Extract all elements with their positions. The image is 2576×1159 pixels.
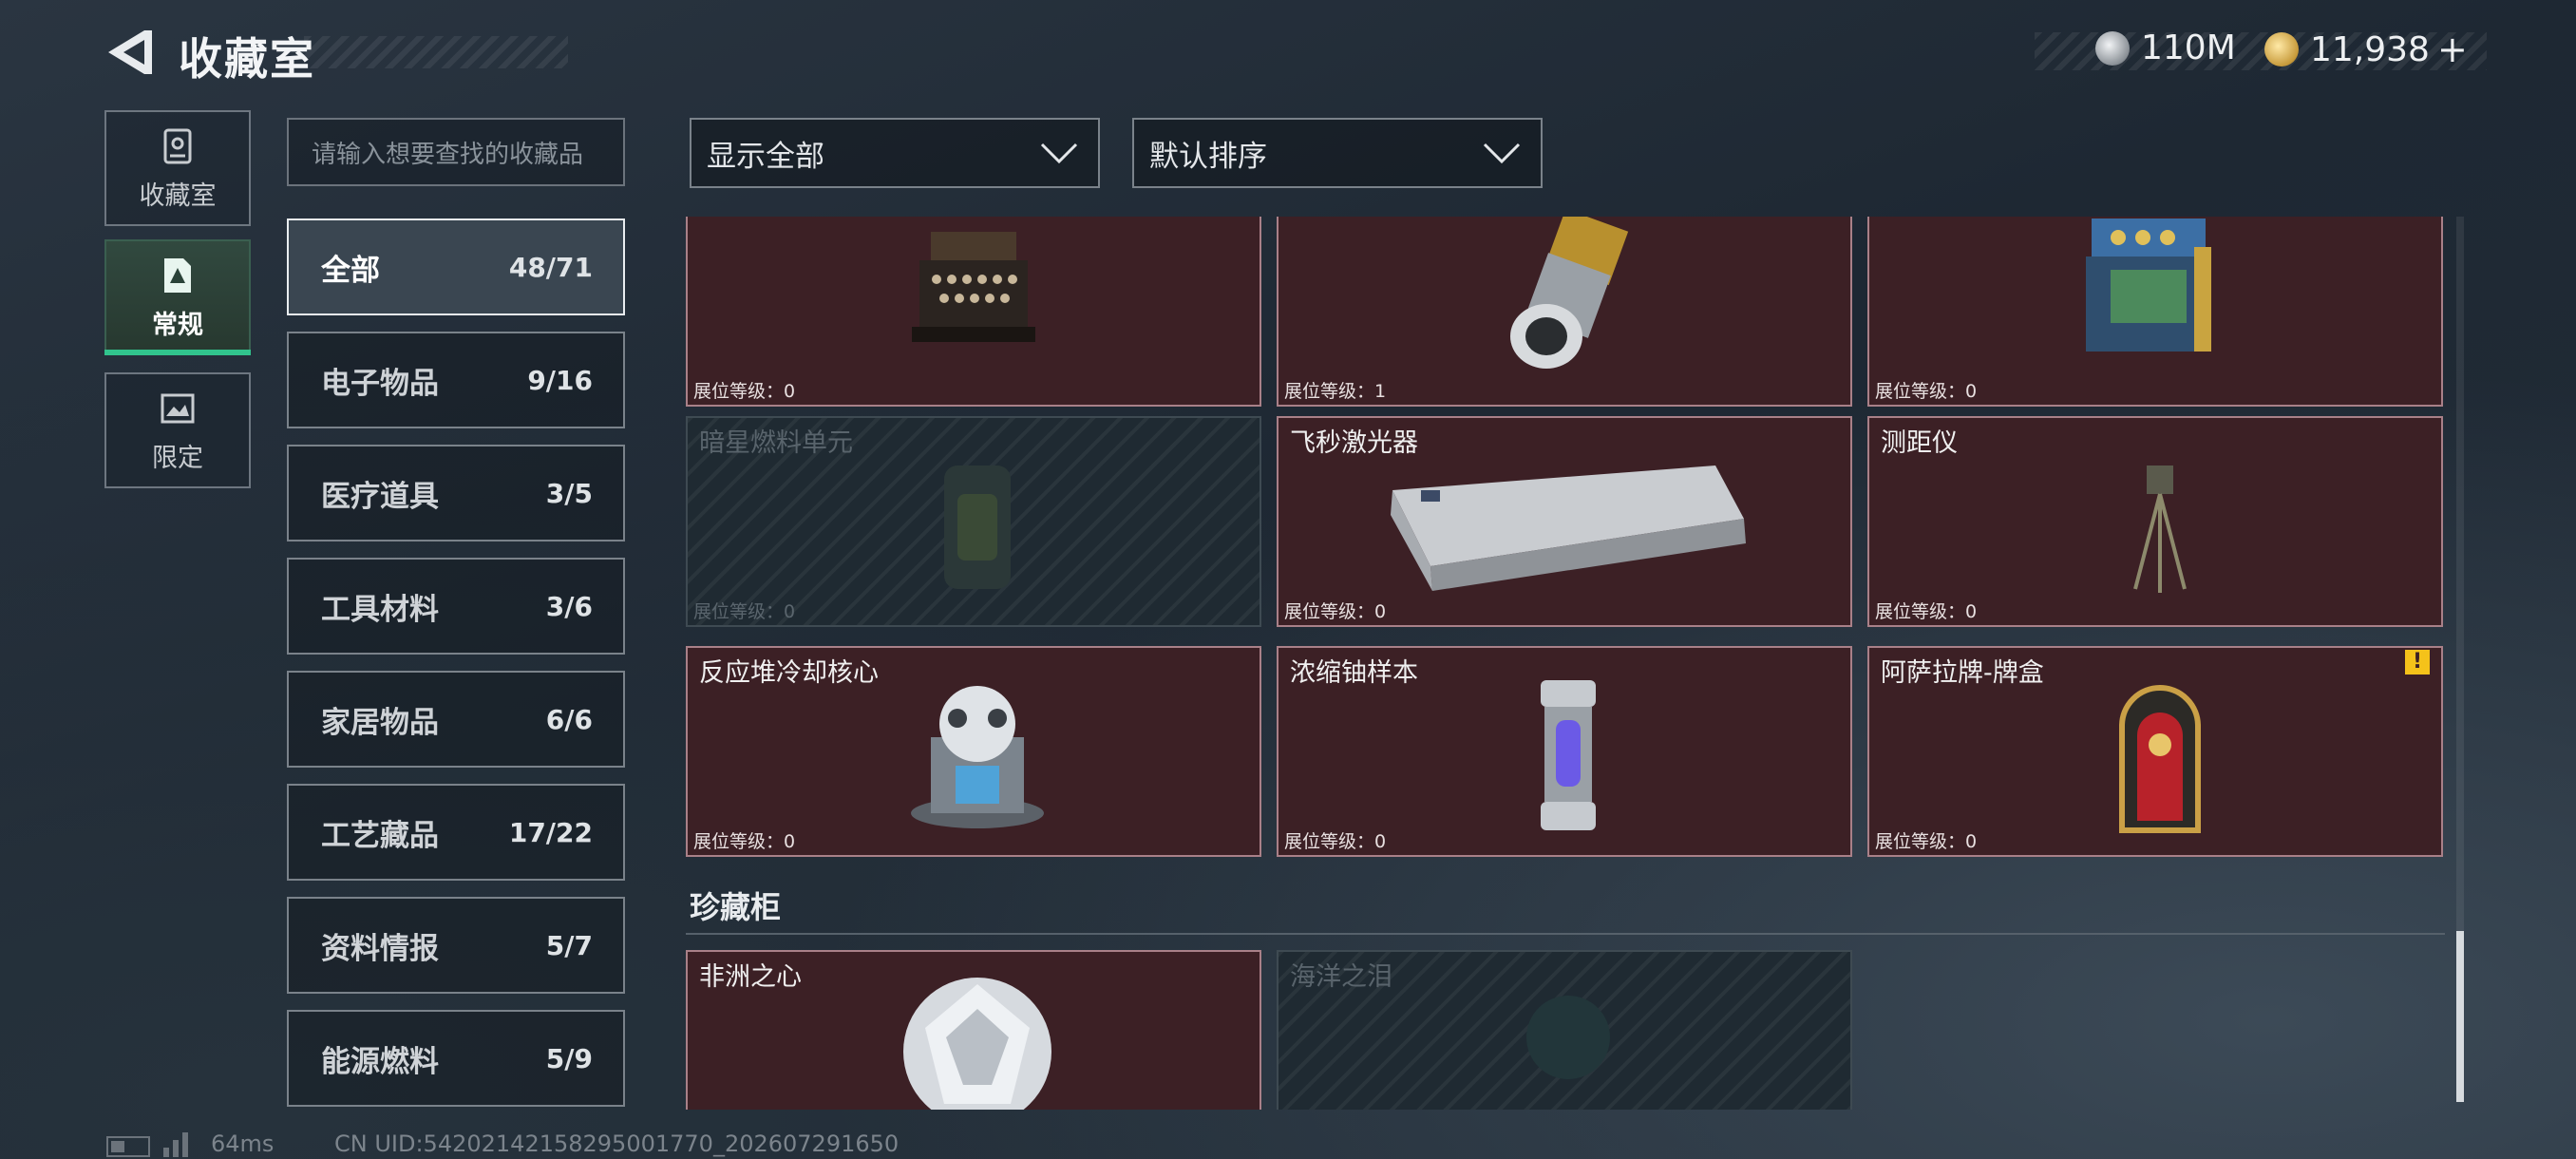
machine-icon xyxy=(2086,218,2211,352)
typewriter-icon xyxy=(912,232,1035,342)
silver-currency: 110M xyxy=(2095,28,2236,67)
uranium-capsule-icon xyxy=(1541,680,1596,830)
category-name: 工艺藏品 xyxy=(321,818,439,853)
exhibit-level: 展位等级：0 xyxy=(693,601,796,622)
collection-room-icon xyxy=(163,128,192,163)
gold-amount: 11,938 xyxy=(2310,29,2430,69)
sort-dropdown[interactable]: 默认排序 xyxy=(1132,118,1543,188)
item-card[interactable]: 阿萨拉牌-牌盒 ! 展位等级：0 xyxy=(1867,646,2443,857)
regular-doc-icon xyxy=(164,257,191,293)
exhibit-level: 展位等级：0 xyxy=(1284,831,1387,852)
chevron-down-icon xyxy=(1483,142,1521,164)
category-tools[interactable]: 工具材料 3/6 xyxy=(287,558,625,655)
exhibit-level: 展位等级：0 xyxy=(1284,601,1387,622)
category-count: 3/6 xyxy=(545,590,593,622)
lens-icon xyxy=(1510,217,1629,369)
category-count: 3/5 xyxy=(545,477,593,509)
tab-regular[interactable]: 常规 xyxy=(104,239,251,355)
category-household[interactable]: 家居物品 6/6 xyxy=(287,671,625,768)
cabinet-item-card[interactable]: 非洲之心 xyxy=(686,950,1261,1110)
item-name: 浓缩铀样本 xyxy=(1290,658,1418,688)
category-crafts[interactable]: 工艺藏品 17/22 xyxy=(287,784,625,881)
back-arrow-icon xyxy=(108,30,152,74)
diamond-icon xyxy=(903,978,1051,1110)
ping-text: 64ms xyxy=(211,1130,275,1157)
fuel-cell-icon xyxy=(944,466,1011,589)
category-count: 9/16 xyxy=(527,364,593,396)
ocean-tear-icon xyxy=(1526,996,1610,1079)
item-card[interactable]: 测距仪 展位等级：0 xyxy=(1867,416,2443,627)
item-card-locked[interactable]: 暗星燃料单元 展位等级：0 xyxy=(686,416,1261,627)
category-name: 能源燃料 xyxy=(321,1044,439,1079)
limited-image-icon xyxy=(161,393,195,423)
category-all[interactable]: 全部 48/71 xyxy=(287,218,625,315)
item-name: 阿萨拉牌-牌盒 xyxy=(1881,658,2044,688)
category-name: 电子物品 xyxy=(321,366,439,401)
back-button[interactable] xyxy=(103,27,154,78)
item-name: 海洋之泪 xyxy=(1290,962,1392,992)
warning-badge-icon: ! xyxy=(2405,650,2430,674)
category-energy[interactable]: 能源燃料 5/9 xyxy=(287,1010,625,1107)
tab-label: 收藏室 xyxy=(139,180,217,211)
category-name: 全部 xyxy=(321,253,380,288)
cabinet-item-card-locked[interactable]: 海洋之泪 xyxy=(1277,950,1852,1110)
item-card[interactable]: 展位等级：0 xyxy=(1867,217,2443,407)
category-count: 5/7 xyxy=(545,929,593,961)
laser-icon xyxy=(1391,466,1746,591)
exhibit-level: 展位等级：1 xyxy=(1284,381,1387,402)
chevron-down-icon xyxy=(1040,142,1078,164)
filter-value: 显示全部 xyxy=(707,139,824,174)
scrollbar-thumb[interactable] xyxy=(2456,931,2464,1102)
category-count: 6/6 xyxy=(545,703,593,735)
card-box-icon xyxy=(2119,685,2201,833)
category-count: 48/71 xyxy=(508,251,593,283)
category-name: 工具材料 xyxy=(321,592,439,627)
exhibit-level: 展位等级：0 xyxy=(693,831,796,852)
tab-label: 限定 xyxy=(152,443,203,473)
tab-limited[interactable]: 限定 xyxy=(104,372,251,488)
category-intel[interactable]: 资料情报 5/7 xyxy=(287,897,625,994)
battery-icon xyxy=(106,1136,150,1157)
category-name: 资料情报 xyxy=(321,931,439,966)
reactor-core-icon xyxy=(911,686,1044,828)
page-title: 收藏室 xyxy=(179,33,315,85)
category-electronics[interactable]: 电子物品 9/16 xyxy=(287,332,625,428)
item-card[interactable]: 浓缩铀样本 展位等级：0 xyxy=(1277,646,1852,857)
category-count: 17/22 xyxy=(508,816,593,848)
item-card[interactable]: 反应堆冷却核心 展位等级：0 xyxy=(686,646,1261,857)
cabinet-grid: 非洲之心 海洋之泪 xyxy=(686,948,2456,1110)
tab-label: 常规 xyxy=(152,310,203,340)
signal-icon xyxy=(163,1132,188,1157)
item-name: 测距仪 xyxy=(1881,428,1958,458)
gold-currency[interactable]: 11,938 + xyxy=(2264,28,2468,70)
item-card[interactable]: 飞秒激光器 展位等级：0 xyxy=(1277,416,1852,627)
item-card[interactable]: 展位等级：0 xyxy=(686,217,1261,407)
category-name: 医疗道具 xyxy=(321,479,439,514)
sort-value: 默认排序 xyxy=(1149,139,1267,174)
category-count: 5/9 xyxy=(545,1042,593,1074)
cabinet-section-title: 珍藏柜 xyxy=(690,889,782,925)
filter-dropdown[interactable]: 显示全部 xyxy=(690,118,1100,188)
search-input[interactable]: 请输入想要查找的收藏品 xyxy=(287,118,625,186)
tab-collection-room[interactable]: 收藏室 xyxy=(104,110,251,226)
item-name: 暗星燃料单元 xyxy=(699,428,853,458)
uid-text: CN UID:54202142158295001770_202607291650 xyxy=(334,1130,900,1157)
item-name: 非洲之心 xyxy=(699,962,802,992)
category-medical[interactable]: 医疗道具 3/5 xyxy=(287,445,625,542)
add-currency-icon[interactable]: + xyxy=(2437,28,2468,70)
exhibit-level: 展位等级：0 xyxy=(1875,381,1978,402)
section-divider xyxy=(686,933,2445,935)
gold-coin-icon xyxy=(2264,32,2299,66)
title-decoration xyxy=(304,36,568,68)
tripod-icon xyxy=(2133,466,2187,593)
category-name: 家居物品 xyxy=(321,705,439,740)
exhibit-level: 展位等级：0 xyxy=(693,381,796,402)
exhibit-level: 展位等级：0 xyxy=(1875,831,1978,852)
silver-amount: 110M xyxy=(2141,28,2236,67)
exhibit-level: 展位等级：0 xyxy=(1875,601,1978,622)
item-card[interactable]: 展位等级：1 xyxy=(1277,217,1852,407)
item-name: 反应堆冷却核心 xyxy=(699,658,879,688)
silver-coin-icon xyxy=(2095,30,2130,66)
